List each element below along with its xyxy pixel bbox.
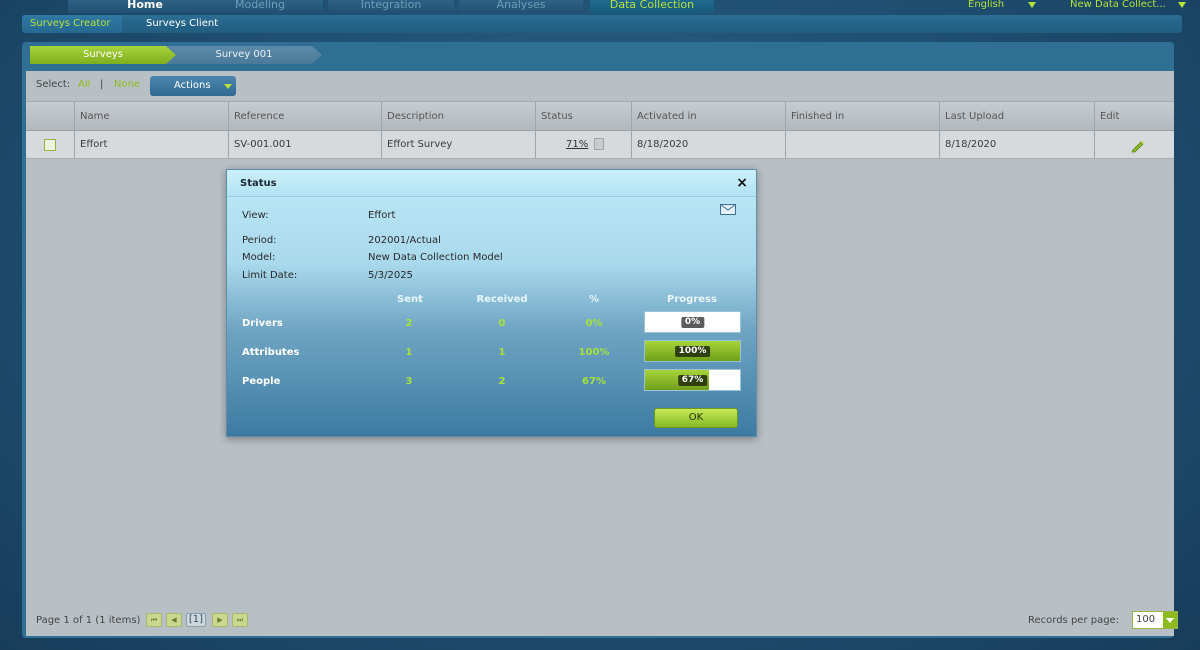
cell-name: Effort [74, 131, 229, 158]
next-page-icon[interactable]: ▶ [212, 613, 228, 627]
table-header: Name Reference Description Status Activa… [26, 101, 1174, 131]
dialog-title: Status [240, 178, 277, 189]
cell-last-upload: 8/18/2020 [939, 131, 1095, 158]
last-page-icon[interactable]: ⏭ [232, 613, 248, 627]
model-chevron-down-icon[interactable] [1178, 2, 1186, 8]
period-label: Period: [242, 235, 277, 246]
tab-analyses[interactable]: Analyses [459, 0, 583, 13]
language-chevron-down-icon[interactable] [1028, 2, 1036, 8]
document-icon[interactable] [594, 138, 605, 150]
view-label: View: [242, 210, 269, 221]
cell-description: Effort Survey [381, 131, 536, 158]
sent-header: Sent [397, 294, 423, 305]
drivers-received: 0 [498, 318, 506, 329]
status-dialog: Status × View: Effort Period: 202001/Act… [226, 169, 757, 437]
actions-label: Actions [174, 80, 211, 91]
tab-data-collection[interactable]: Data Collection [590, 0, 714, 13]
progress-label: 67% [677, 375, 708, 386]
first-page-icon[interactable]: ⏮ [146, 613, 162, 627]
language-select[interactable]: English [968, 0, 1004, 10]
mail-icon[interactable] [720, 204, 736, 215]
column-header-last-upload[interactable]: Last Upload [939, 102, 1095, 130]
progress-label: 100% [674, 346, 711, 357]
dialog-header: Status × [227, 170, 756, 197]
received-header: Received [476, 294, 528, 305]
records-per-page-select[interactable]: 100 [1132, 611, 1178, 629]
people-received: 2 [498, 376, 506, 387]
column-header-edit: Edit [1094, 102, 1174, 130]
drivers-percent: 0% [585, 318, 603, 329]
drivers-sent: 2 [405, 318, 413, 329]
close-icon[interactable]: × [736, 175, 748, 191]
column-header-finished[interactable]: Finished in [785, 102, 940, 130]
ok-button[interactable]: OK [654, 408, 738, 428]
select-label: Select: [36, 79, 71, 90]
progress-label: 0% [680, 317, 705, 328]
prev-page-icon[interactable]: ◀ [166, 613, 182, 627]
drivers-progress-bar: 0% [644, 311, 741, 333]
select-separator: | [100, 79, 104, 90]
select-all-link[interactable]: All [78, 79, 90, 90]
people-sent: 3 [405, 376, 413, 387]
column-header-reference[interactable]: Reference [228, 102, 382, 130]
attributes-sent: 1 [405, 347, 413, 358]
cell-activated: 8/18/2020 [631, 131, 786, 158]
view-value: Effort [368, 210, 396, 221]
period-value: 202001/Actual [368, 235, 441, 246]
progress-header: Progress [667, 294, 717, 305]
attributes-percent: 100% [578, 347, 610, 358]
chevron-down-icon[interactable] [1163, 612, 1177, 628]
model-label: Model: [242, 252, 276, 263]
percent-header: % [588, 294, 600, 305]
top-navigation: Home Modeling Integration Analyses Data … [0, 0, 1200, 14]
model-value: New Data Collection Model [368, 252, 503, 263]
drivers-label: Drivers [242, 318, 283, 329]
column-header-description[interactable]: Description [381, 102, 536, 130]
limit-date-label: Limit Date: [242, 270, 298, 281]
people-progress-bar: 67% [644, 369, 741, 391]
table-footer: Page 1 of 1 (1 items) ⏮ ◀ [1] ▶ ⏭ Record… [36, 611, 1178, 631]
actions-button[interactable]: Actions [150, 76, 236, 96]
row-checkbox[interactable] [44, 139, 56, 151]
select-none-link[interactable]: None [114, 79, 140, 90]
column-header-status[interactable]: Status [535, 102, 632, 130]
attributes-label: Attributes [242, 347, 300, 358]
breadcrumb-survey-001[interactable]: Survey 001 [166, 46, 322, 64]
cell-status: 71% [535, 131, 632, 158]
sub-navigation: Surveys Creator Surveys Client [22, 15, 1182, 33]
chevron-down-icon [224, 84, 232, 89]
attributes-received: 1 [498, 347, 506, 358]
model-select[interactable]: New Data Collect... [1070, 0, 1166, 10]
page-info: Page 1 of 1 (1 items) [36, 615, 141, 626]
status-link[interactable]: 71% [566, 139, 588, 150]
table-row[interactable]: Effort SV-001.001 Effort Survey 71% 8/18… [26, 131, 1174, 159]
people-label: People [242, 376, 281, 387]
pencil-icon[interactable] [1130, 137, 1146, 153]
tab-integration[interactable]: Integration [328, 0, 454, 13]
column-header-name[interactable]: Name [74, 102, 229, 130]
cell-reference: SV-001.001 [228, 131, 382, 158]
attributes-progress-bar: 100% [644, 340, 741, 362]
subtab-surveys-creator[interactable]: Surveys Creator [22, 15, 122, 33]
subtab-surveys-client[interactable]: Surveys Client [138, 15, 226, 33]
tab-modeling[interactable]: Modeling [197, 0, 323, 13]
column-header-activated[interactable]: Activated in [631, 102, 786, 130]
current-page-button[interactable]: [1] [186, 613, 206, 627]
limit-date-value: 5/3/2025 [368, 270, 413, 281]
breadcrumb-surveys[interactable]: Surveys [30, 46, 176, 64]
records-per-page-value: 100 [1136, 614, 1156, 625]
people-percent: 67% [582, 376, 606, 387]
records-per-page-label: Records per page: [1028, 615, 1120, 626]
cell-finished [785, 131, 940, 158]
